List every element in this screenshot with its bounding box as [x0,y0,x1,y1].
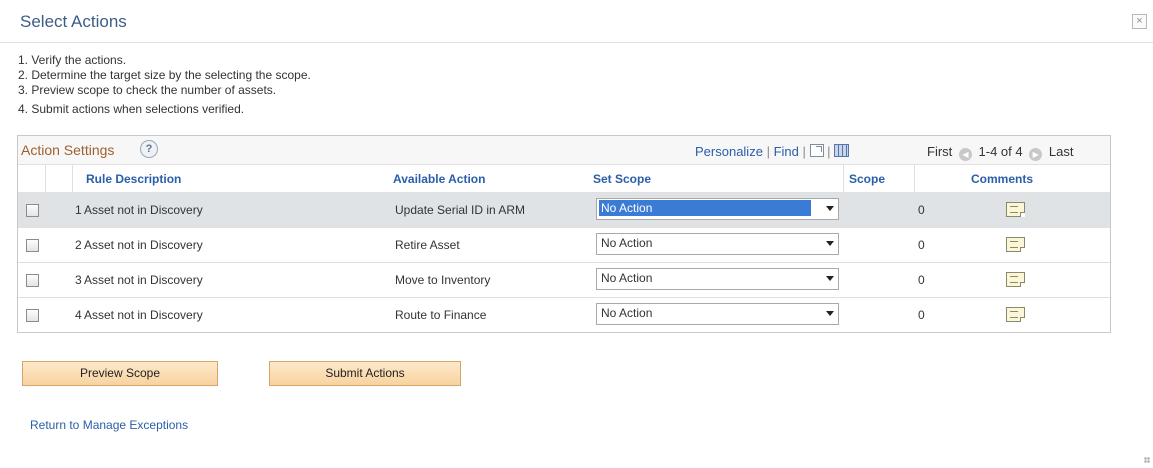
chevron-down-icon [826,276,834,281]
row-number: 3 [75,273,82,287]
previous-page-icon[interactable]: ◀ [958,148,972,161]
resize-grip-icon[interactable] [1144,457,1150,463]
table-row[interactable]: 3 Asset not in Discovery Move to Invento… [18,263,1110,298]
row-select-checkbox[interactable] [26,204,39,217]
set-scope-dropdown[interactable]: No Action [596,233,839,255]
comment-icon[interactable] [1006,272,1025,287]
tool-separator: | [802,144,806,159]
pager-last[interactable]: Last [1049,144,1074,159]
set-scope-dropdown[interactable]: No Action [596,198,839,220]
row-number: 4 [75,308,82,322]
row-select-checkbox[interactable] [26,309,39,322]
grid-title: Action Settings [21,142,115,158]
dialog-title: Select Actions [20,12,127,31]
rule-description: Asset not in Discovery [84,238,203,252]
set-scope-value: No Action [601,271,653,285]
set-scope-dropdown[interactable]: No Action [596,303,839,325]
instructions: 1. Verify the actions. 2. Determine the … [18,53,311,117]
available-action: Update Serial ID in ARM [395,203,526,217]
chevron-down-icon [826,241,834,246]
available-action: Route to Finance [395,308,487,322]
find-link[interactable]: Find [774,144,799,159]
grid-tools: Personalize | Find | | [695,144,850,159]
set-scope-value: No Action [599,200,811,216]
available-action: Move to Inventory [395,273,491,287]
comment-icon[interactable] [1006,237,1025,252]
column-divider [843,165,844,192]
close-button[interactable]: × [1132,14,1147,29]
submit-actions-button[interactable]: Submit Actions [269,361,461,386]
available-action: Retire Asset [395,238,460,252]
tool-separator: | [766,144,770,159]
next-page-icon[interactable]: ▶ [1029,148,1043,161]
column-divider [45,165,46,192]
column-header-set-scope[interactable]: Set Scope [593,172,651,186]
column-header-row: Rule Description Available Action Set Sc… [18,165,1110,193]
tool-separator: | [827,144,831,159]
row-select-checkbox[interactable] [26,274,39,287]
row-number: 2 [75,238,82,252]
personalize-link[interactable]: Personalize [695,144,763,159]
pager-range: 1-4 of 4 [978,144,1023,159]
rule-description: Asset not in Discovery [84,308,203,322]
table-row[interactable]: 4 Asset not in Discovery Route to Financ… [18,298,1110,332]
rule-description: Asset not in Discovery [84,273,203,287]
set-scope-value: No Action [601,236,653,250]
instruction-line: 1. Verify the actions. [18,53,127,67]
column-divider [914,165,915,192]
comment-icon[interactable] [1006,202,1025,217]
column-header-comments[interactable]: Comments [971,172,1033,186]
rule-description: Asset not in Discovery [84,203,203,217]
column-header-rule-description[interactable]: Rule Description [86,172,181,186]
download-spreadsheet-icon[interactable] [834,144,850,157]
row-number: 1 [75,203,82,217]
scope-value: 0 [918,238,925,252]
dialog-titlebar: Select Actions × [0,0,1153,43]
column-header-available-action[interactable]: Available Action [393,172,485,186]
grid-header: Action Settings ? Personalize | Find | |… [18,136,1110,165]
instruction-line: 3. Preview scope to check the number of … [18,83,277,97]
preview-scope-button[interactable]: Preview Scope [22,361,218,386]
pager-first[interactable]: First [927,144,952,159]
table-row[interactable]: 2 Asset not in Discovery Retire Asset No… [18,228,1110,263]
pager: First ◀ 1-4 of 4 ▶ Last [927,144,1073,161]
column-divider [72,165,73,192]
set-scope-value: No Action [601,306,653,320]
scope-value: 0 [918,203,925,217]
column-header-scope[interactable]: Scope [849,172,885,186]
scope-value: 0 [918,273,925,287]
return-to-manage-exceptions-link[interactable]: Return to Manage Exceptions [30,418,188,432]
view-all-icon[interactable] [809,144,824,157]
instruction-line: 2. Determine the target size by the sele… [18,68,311,82]
chevron-down-icon [826,206,834,211]
scope-value: 0 [918,308,925,322]
instruction-line: 4. Submit actions when selections verifi… [18,102,245,116]
row-select-checkbox[interactable] [26,239,39,252]
chevron-down-icon [826,311,834,316]
table-row[interactable]: 1 Asset not in Discovery Update Serial I… [18,193,1110,228]
action-settings-grid: Action Settings ? Personalize | Find | |… [17,135,1111,333]
set-scope-dropdown[interactable]: No Action [596,268,839,290]
comment-icon[interactable] [1006,307,1025,322]
help-icon[interactable]: ? [140,140,158,158]
